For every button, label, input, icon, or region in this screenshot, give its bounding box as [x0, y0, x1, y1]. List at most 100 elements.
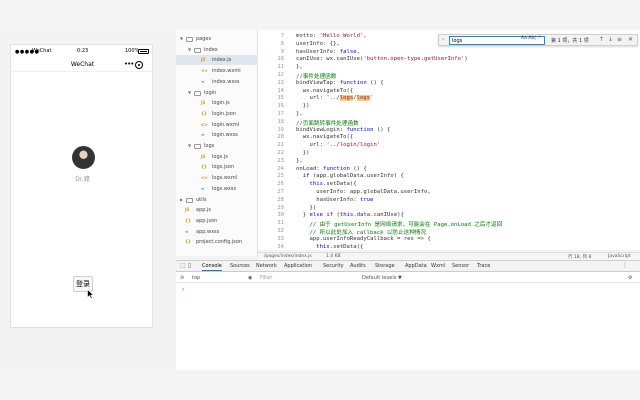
- code-line[interactable]: // 所以此处加入 callback 以防止这种情况: [296, 228, 426, 236]
- code-line[interactable]: hasUserInfo: true: [296, 197, 373, 203]
- find-close-icon[interactable]: ✕: [628, 36, 633, 43]
- code-line[interactable]: //页面跳转事件处理函数: [296, 119, 359, 127]
- mouse-cursor-icon: [87, 289, 94, 299]
- code-line[interactable]: } else if (this.data.canIUse){: [296, 212, 404, 218]
- json-file-icon: {}: [185, 239, 191, 245]
- code-line[interactable]: bindViewTap: function () {: [296, 80, 384, 86]
- code-line[interactable]: motto: 'Hello World',: [296, 33, 367, 39]
- code-line[interactable]: if (app.globalData.userInfo) {: [296, 173, 404, 179]
- chevron-down-icon[interactable]: ▼: [180, 34, 183, 44]
- code-line[interactable]: this.setData({: [296, 244, 363, 250]
- folder-icon: [186, 197, 193, 203]
- code-line[interactable]: }): [296, 103, 310, 109]
- filter-eye-icon[interactable]: ◉: [248, 275, 252, 281]
- console-filter-input[interactable]: Filter: [260, 275, 272, 281]
- battery-icon: [138, 49, 149, 54]
- ide-window: ●●●●● WeChat 0:23 100% WeChat ••• Dr.鐿 登…: [0, 30, 640, 370]
- code-line[interactable]: },: [296, 64, 303, 70]
- tree-folder[interactable]: ▼ login: [176, 88, 258, 98]
- tree-file[interactable]: ≈ login.wxss: [176, 130, 258, 140]
- code-line[interactable]: canIUse: wx.canIUse('button.open-type.ge…: [296, 56, 468, 62]
- code-line[interactable]: url: '../login/login': [296, 142, 380, 148]
- code-line[interactable]: app.userInfoReadyCallback = res => {: [296, 236, 430, 242]
- avatar[interactable]: [72, 146, 95, 169]
- device-icon[interactable]: ▯: [188, 262, 191, 269]
- close-target-icon[interactable]: [135, 61, 143, 69]
- tree-file[interactable]: <> login.wxml: [176, 120, 258, 130]
- clear-console-icon[interactable]: ⊘: [180, 275, 184, 281]
- line-gutter: 7 8 9 10 11 12 13 14 15 16 17 18 19 20 21 22 23 24 25 26 27 2…: [258, 30, 288, 250]
- code-line[interactable]: // 由于 getUserInfo 是网络请求，可能会在 Page.onLoad…: [296, 220, 502, 228]
- tree-file[interactable]: JS logs.js: [176, 152, 258, 162]
- json-file-icon: {}: [201, 164, 207, 170]
- code-line[interactable]: //事件处理函数: [296, 72, 336, 80]
- context-select[interactable]: top: [192, 275, 200, 281]
- tab-appdata[interactable]: AppData: [405, 263, 427, 269]
- code-line[interactable]: userInfo: app.globalData.userInfo,: [296, 189, 431, 195]
- tab-security[interactable]: Security: [323, 263, 344, 269]
- console-settings-icon[interactable]: ⚙: [628, 275, 632, 281]
- tree-item-label: logs: [204, 143, 215, 149]
- tab-wxml[interactable]: Wxml: [431, 263, 445, 269]
- tab-trace[interactable]: Trace: [477, 263, 490, 269]
- tab-sensor[interactable]: Sensor: [452, 263, 469, 269]
- language-mode[interactable]: JavaScript: [608, 254, 631, 259]
- find-prev-icon[interactable]: ↑: [599, 36, 604, 43]
- tree-file[interactable]: {} login.json: [176, 109, 258, 119]
- code-line[interactable]: wx.navigateTo({: [296, 134, 354, 140]
- console-prompt[interactable]: ›: [182, 286, 184, 293]
- code-line[interactable]: },: [296, 158, 303, 164]
- code-line[interactable]: this.setData({: [296, 181, 356, 187]
- tab-console[interactable]: Console: [202, 263, 222, 271]
- tree-folder[interactable]: ▼ pages: [176, 34, 258, 44]
- tab-sources[interactable]: Sources: [230, 263, 250, 269]
- line-number: 31: [277, 220, 284, 227]
- chevron-down-icon[interactable]: ▼: [188, 88, 191, 98]
- tree-folder[interactable]: ▼ index: [176, 45, 258, 55]
- tree-file[interactable]: <> index.wxml: [176, 66, 258, 76]
- toggle-replace-icon[interactable]: ›: [442, 37, 444, 43]
- code-line[interactable]: wx.navigateTo({: [296, 88, 354, 94]
- tab-network[interactable]: Network: [256, 263, 277, 269]
- code-line[interactable]: onLoad: function () {: [296, 166, 367, 172]
- tree-file[interactable]: JS login.js: [176, 98, 258, 108]
- tree-file[interactable]: JS app.js: [176, 205, 258, 215]
- log-levels-select[interactable]: Default levels ▼: [362, 275, 402, 281]
- find-next-icon[interactable]: ↓: [608, 36, 613, 43]
- tree-file[interactable]: {} logs.json: [176, 162, 258, 172]
- code-line[interactable]: }): [296, 150, 310, 156]
- code-editor[interactable]: 7 8 9 10 11 12 13 14 15 16 17 18 19 20 21 22 23 24 25 26 27 2…: [258, 30, 640, 250]
- chevron-right-icon[interactable]: ▶: [180, 195, 183, 205]
- code-line[interactable]: bindViewLogin: function () {: [296, 127, 390, 133]
- tree-file[interactable]: ≈ index.wxss: [176, 77, 258, 87]
- tree-file[interactable]: <> logs.wxml: [176, 173, 258, 183]
- devtools-menu-icon[interactable]: ⋮: [622, 262, 628, 269]
- tree-folder[interactable]: ▼ logs: [176, 141, 258, 151]
- code-line[interactable]: hasUserInfo: false,: [296, 49, 360, 55]
- tree-item-label: index.wxss: [212, 78, 240, 85]
- line-number: 16: [277, 103, 284, 110]
- tree-file[interactable]: {} app.json: [176, 216, 258, 226]
- chevron-down-icon[interactable]: ▼: [188, 141, 191, 151]
- code-line[interactable]: },: [296, 111, 303, 117]
- code-line[interactable]: }): [296, 205, 316, 211]
- code-line[interactable]: url: '../logs/logs': [296, 95, 374, 102]
- tree-file[interactable]: JS index.js: [176, 55, 258, 66]
- tree-file[interactable]: ≈ logs.wxss: [176, 184, 258, 194]
- find-in-selection-icon[interactable]: ≡: [617, 36, 622, 43]
- inspect-icon[interactable]: ⬚: [180, 262, 186, 269]
- line-number: 15: [277, 95, 284, 102]
- tree-folder[interactable]: ▶ utils: [176, 195, 258, 205]
- tab-storage[interactable]: Storage: [375, 263, 395, 269]
- folder-icon: [186, 37, 193, 42]
- find-options[interactable]: Aa Ab| .*: [521, 36, 541, 41]
- navigation-bar: WeChat •••: [11, 58, 154, 72]
- tab-audits[interactable]: Audits: [350, 263, 366, 269]
- more-icon[interactable]: •••: [124, 60, 134, 68]
- tree-file[interactable]: {} project.config.json: [176, 237, 258, 247]
- tree-file[interactable]: ≈ app.wxss: [176, 227, 258, 237]
- line-number: 28: [277, 196, 284, 203]
- chevron-down-icon[interactable]: ▼: [188, 45, 191, 55]
- tab-application[interactable]: Application: [284, 263, 312, 269]
- code-line[interactable]: userInfo: {},: [296, 41, 340, 47]
